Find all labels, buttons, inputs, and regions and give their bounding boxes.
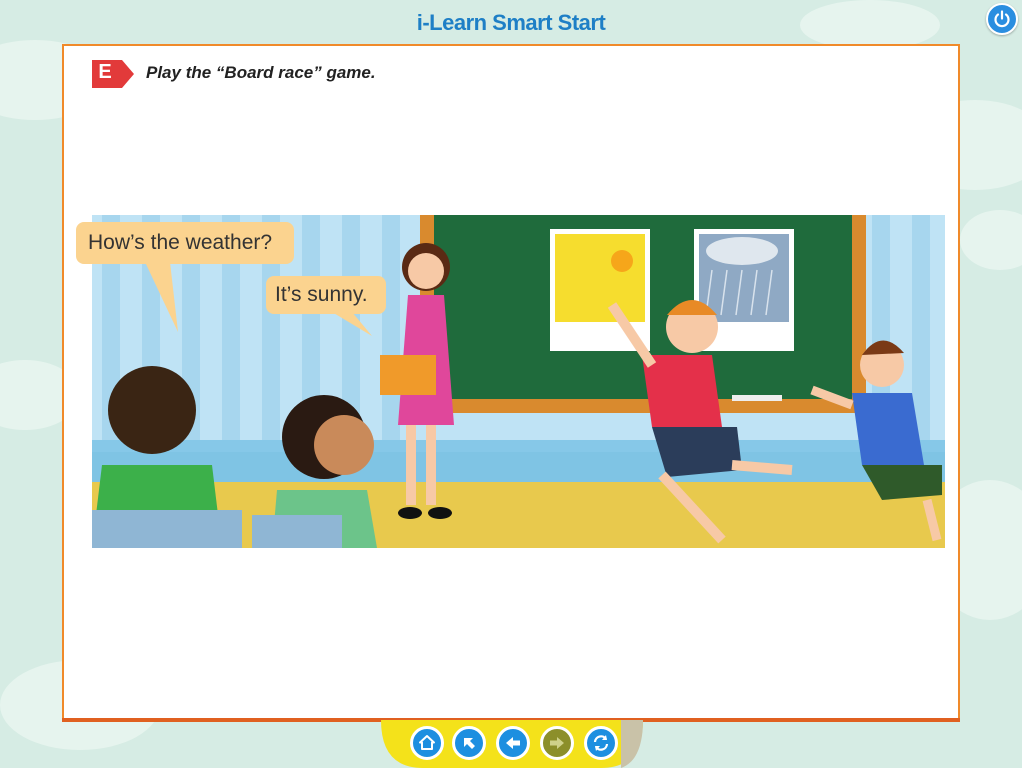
exercise-badge-letter: E — [98, 61, 112, 83]
arrow-right-icon — [550, 737, 564, 749]
power-button[interactable] — [986, 3, 1018, 35]
home-button[interactable] — [410, 726, 444, 760]
speech-bubble-question: How’s the weather? — [76, 222, 294, 264]
speech-bubble-answer: It’s sunny. — [266, 276, 386, 314]
refresh-icon — [593, 735, 609, 751]
refresh-button[interactable] — [584, 726, 618, 760]
speech-bubble-tail — [332, 312, 372, 336]
home-icon — [419, 735, 435, 750]
back-button[interactable] — [496, 726, 530, 760]
power-icon — [994, 10, 1010, 28]
next-button[interactable] — [540, 726, 574, 760]
exercise-instruction: Play the “Board race” game. — [146, 63, 376, 82]
app-title: i-Learn Smart Start — [416, 10, 606, 35]
arrow-up-left-icon — [464, 738, 475, 749]
classroom-illustration — [92, 215, 945, 548]
speech-bubble-tail — [145, 262, 178, 332]
exercise-badge: E — [90, 58, 136, 90]
up-button[interactable] — [452, 726, 486, 760]
background-cloud — [960, 210, 1022, 270]
arrow-left-icon — [506, 737, 520, 749]
